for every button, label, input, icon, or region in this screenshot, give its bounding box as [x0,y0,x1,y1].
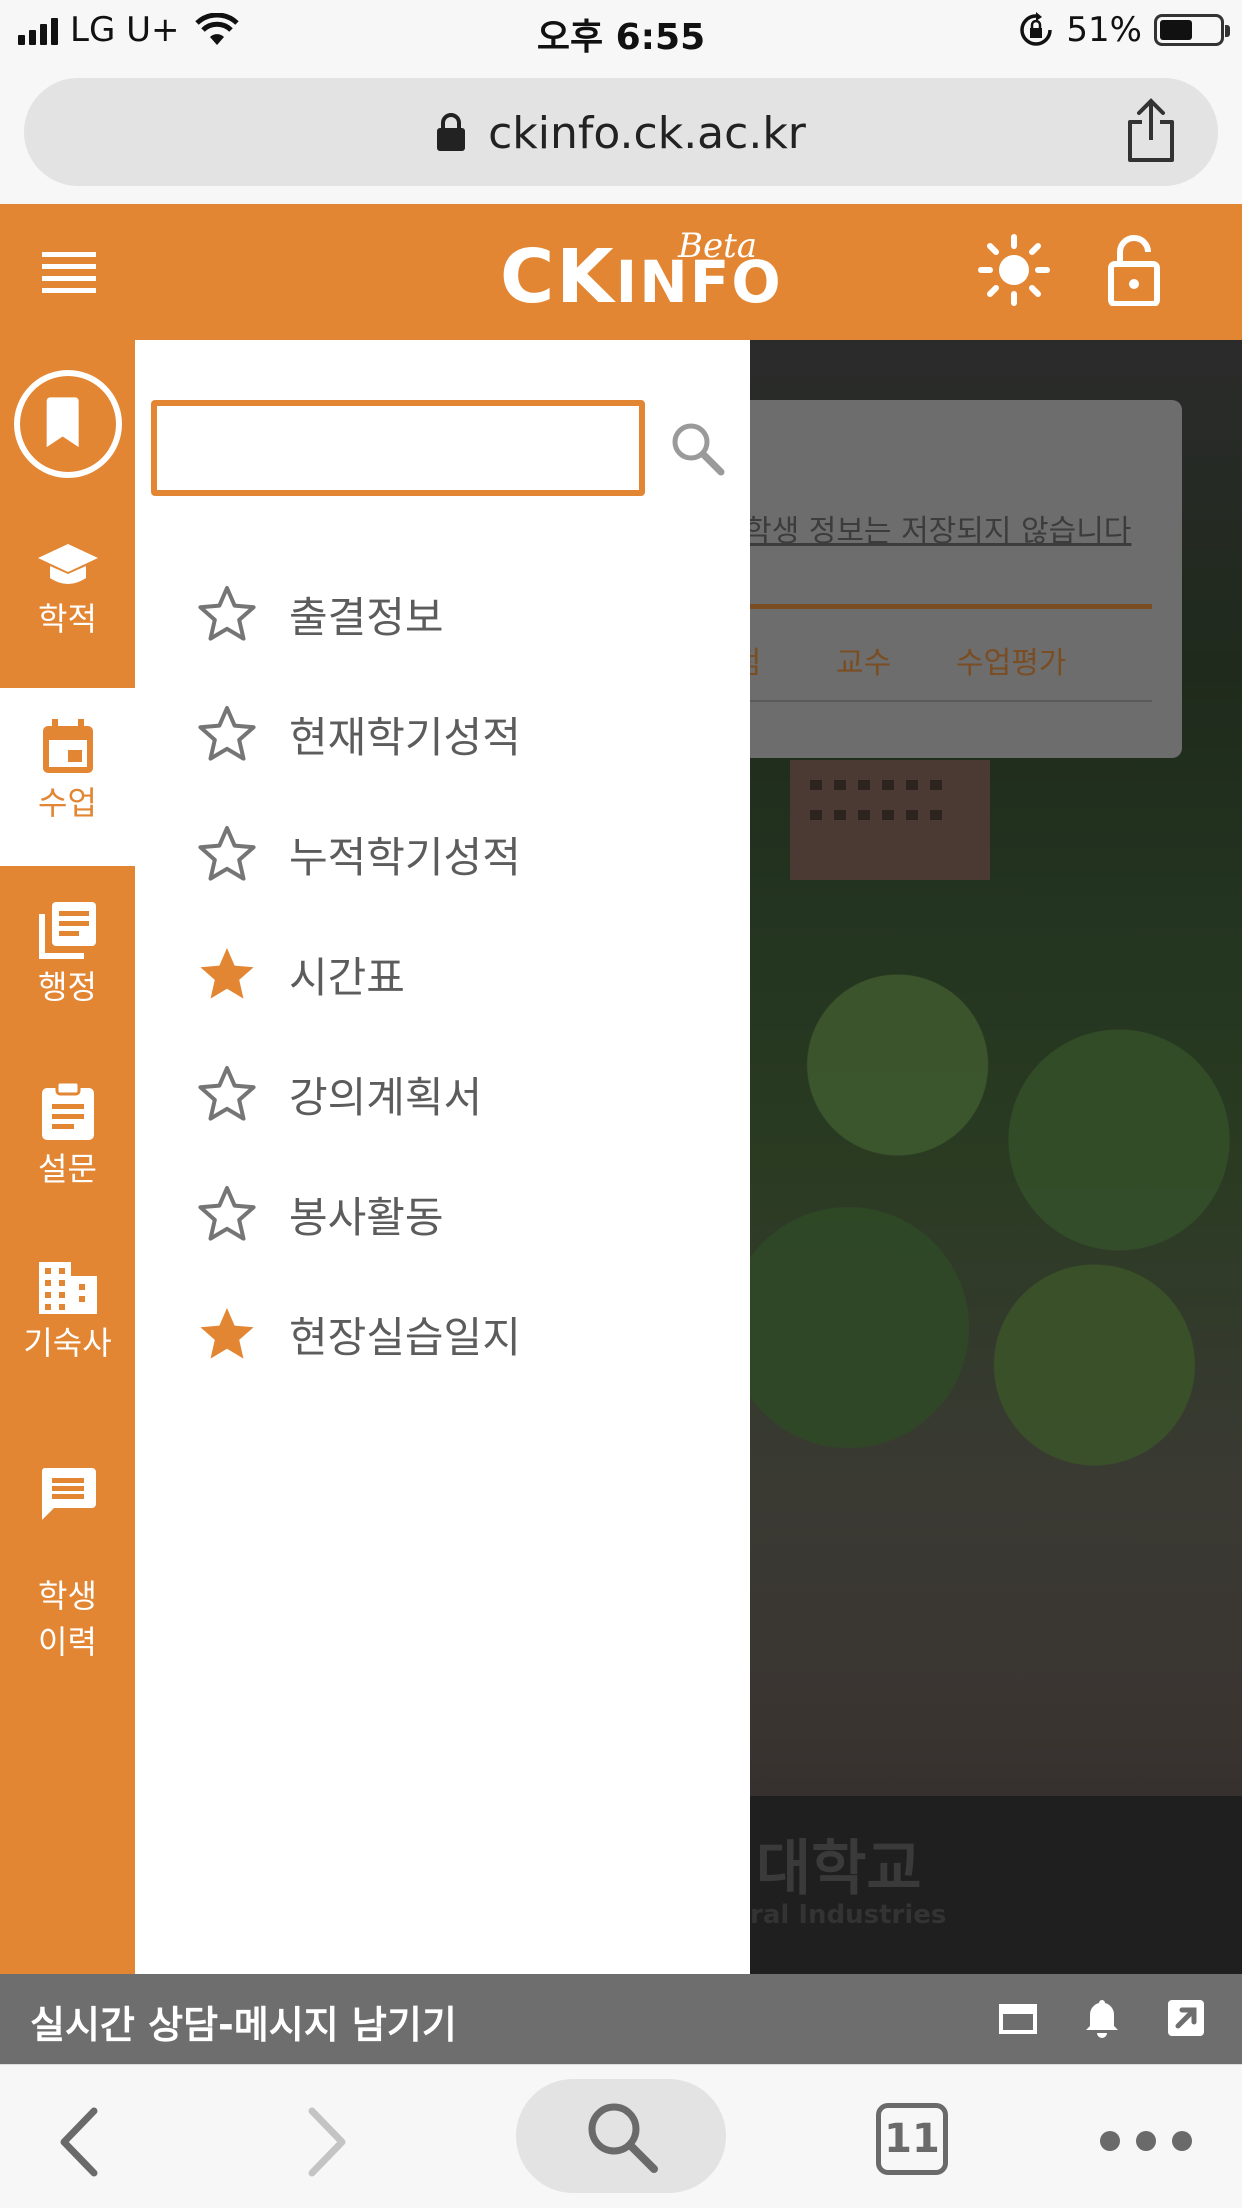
calendar-icon [42,719,93,773]
category-rail: 학적 수업 행정 설문 기숙사 학생 이력 [0,340,135,1974]
rail-item-classes[interactable]: 수업 [0,688,135,866]
rail-item-label: 학생 이력 [38,1576,97,1662]
browser-toolbar: 11 [0,2064,1242,2208]
university-name-korean: 대학교 [756,1834,922,1904]
graduation-cap-icon [37,544,98,584]
browser-address-area: ckinfo.ck.ac.kr [0,62,1242,204]
url-text: ckinfo.ck.ac.kr [488,108,806,159]
forward-chevron-icon[interactable] [306,2105,350,2179]
search-button[interactable] [516,2079,726,2193]
rail-item-label: 수업 [38,784,97,822]
menu-search-input[interactable] [151,400,645,496]
tab-indicator [750,604,1152,609]
university-footer: 대학교 ral Industries [750,1796,1242,1974]
building-icon [38,1262,97,1314]
hamburger-menu-icon[interactable] [42,252,96,294]
privacy-notice: 학생 정보는 저장되지 않습니다 [750,514,1132,549]
star-filled-icon[interactable] [197,1304,257,1364]
tab-professor[interactable]: 교수 [836,638,891,682]
tab-grades[interactable]: 학점 [750,638,761,682]
favorites-button[interactable] [14,370,122,478]
menu-drawer: 출결정보 현재학기성적 누적학기성적 시간표 강의계획서 봉사활동 현장실습일지 [135,340,750,1974]
menu-item-field-practice-log[interactable]: 현장실습일지 [197,1294,521,1374]
back-chevron-icon[interactable] [56,2105,100,2179]
app-header: CKINFO Beta [0,204,1242,340]
divider [750,700,1152,702]
address-bar[interactable]: ckinfo.ck.ac.kr [24,78,1218,186]
status-bar: LG U+ 오후 6:55 51% [0,0,1242,62]
rail-item-label: 기숙사 [23,1324,112,1362]
star-outline-icon[interactable] [197,584,257,644]
star-filled-icon[interactable] [197,944,257,1004]
rail-item-label: 설문 [38,1150,97,1188]
open-external-icon[interactable] [1164,1996,1208,2040]
star-outline-icon[interactable] [197,704,257,764]
menu-item-volunteer[interactable]: 봉사활동 [197,1174,444,1254]
campus-trees-photo [750,840,1242,1590]
menu-item-label: 시간표 [289,952,405,1002]
bookmark-icon [46,397,79,448]
menu-item-label: 강의계획서 [289,1072,483,1122]
rail-item-administration[interactable]: 행정 [0,900,135,1010]
university-name-english: ral Industries [750,1900,947,1930]
star-outline-icon[interactable] [197,1184,257,1244]
menu-item-timetable[interactable]: 시간표 [197,934,405,1014]
rotation-lock-icon [1020,12,1053,46]
share-icon[interactable] [1124,98,1178,164]
message-icon [41,1468,96,1521]
login-card: 학생 정보는 저장되지 않습니다 학점 교수 수업평가 [750,400,1182,758]
beta-badge: Beta [678,226,758,266]
rail-item-label: 행정 [38,968,97,1006]
rail-item-dormitory[interactable]: 기숙사 [0,1260,135,1366]
brightness-sun-icon[interactable] [978,234,1050,306]
battery-percent: 51% [1066,10,1142,50]
star-outline-icon[interactable] [197,824,257,884]
rail-item-label: 학적 [38,600,97,638]
secure-lock-icon [437,113,466,151]
menu-item-current-grades[interactable]: 현재학기성적 [197,694,521,774]
menu-item-label: 봉사활동 [289,1192,444,1242]
clipboard-icon [41,1080,94,1140]
unlock-icon[interactable] [1108,234,1160,306]
rail-item-student-history[interactable]: 학생 이력 [0,1420,135,1666]
menu-item-label: 누적학기성적 [289,832,521,882]
menu-item-label: 현재학기성적 [289,712,521,762]
menu-item-syllabus[interactable]: 강의계획서 [197,1054,482,1134]
battery-icon [1154,14,1230,46]
menu-item-label: 출결정보 [289,592,444,642]
rail-item-survey[interactable]: 설문 [0,1080,135,1192]
notification-bell-icon[interactable] [1080,1996,1124,2040]
documents-icon [38,902,96,959]
live-chat-banner[interactable]: 실시간 상담-메시지 남기기 [0,1974,1242,2064]
search-icon [588,2103,658,2173]
background-page-dimmed[interactable]: 학생 정보는 저장되지 않습니다 학점 교수 수업평가 대학교 ral Indu… [750,340,1242,1974]
star-outline-icon[interactable] [197,1064,257,1124]
rail-item-academic-record[interactable]: 학적 [0,540,135,642]
window-icon[interactable] [996,1996,1040,2040]
menu-item-cumulative-grades[interactable]: 누적학기성적 [197,814,521,894]
menu-item-label: 현장실습일지 [289,1312,521,1362]
chat-banner-title: 실시간 상담-메시지 남기기 [30,2003,457,2047]
tab-course-evaluation[interactable]: 수업평가 [956,638,1066,682]
more-options-icon[interactable] [1100,2131,1192,2151]
search-icon[interactable] [669,420,725,476]
menu-item-attendance[interactable]: 출결정보 [197,574,444,654]
tabs-button[interactable]: 11 [876,2103,948,2175]
